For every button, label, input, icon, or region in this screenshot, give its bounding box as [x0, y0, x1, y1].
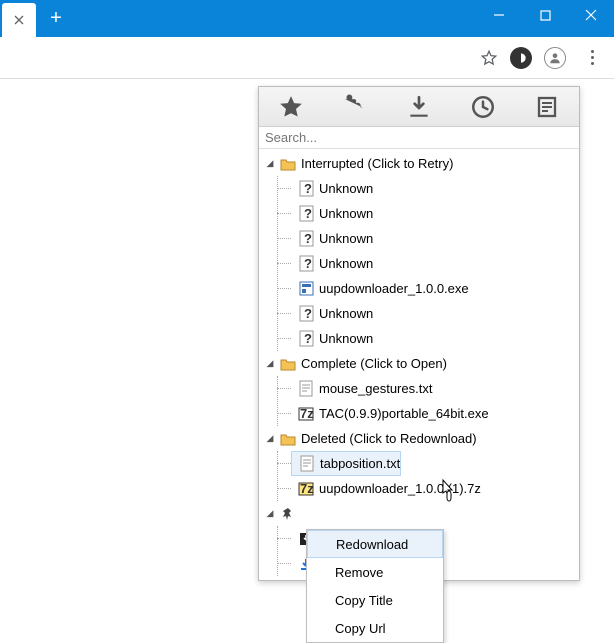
tree-node-pinned[interactable]: ◢ [259, 501, 579, 526]
item-label: TAC(0.9.9)portable_64bit.exe [319, 406, 489, 421]
toolbar-page-icon[interactable] [527, 87, 567, 127]
bookmark-star-icon[interactable] [480, 49, 498, 67]
browser-toolbar [0, 37, 614, 79]
download-tree: ◢ Interrupted (Click to Retry) ?Unknown … [259, 149, 579, 580]
toolbar-puzzle-icon[interactable] [335, 87, 375, 127]
unknown-file-icon: ? [297, 180, 315, 198]
window-titlebar: + [0, 0, 614, 37]
tree-item[interactable]: mouse_gestures.txt [291, 376, 432, 401]
tree-group-deleted[interactable]: ◢ Deleted (Click to Redownload) [259, 426, 579, 451]
extension-icon[interactable] [510, 47, 532, 69]
toolbar-download-icon[interactable] [399, 87, 439, 127]
folder-icon [279, 430, 297, 448]
popup-toolbar [259, 87, 579, 127]
expander-icon[interactable]: ◢ [263, 158, 277, 169]
svg-text:?: ? [304, 256, 312, 271]
new-tab-button[interactable]: + [42, 5, 70, 33]
profile-icon[interactable] [544, 47, 566, 69]
svg-text:?: ? [304, 206, 312, 221]
window-close-button[interactable] [568, 0, 614, 30]
extension-popup: ◢ Interrupted (Click to Retry) ?Unknown … [258, 86, 580, 581]
unknown-file-icon: ? [297, 305, 315, 323]
tree-group-complete[interactable]: ◢ Complete (Click to Open) [259, 351, 579, 376]
svg-text:?: ? [304, 181, 312, 196]
ctx-copy-url[interactable]: Copy Url [307, 614, 443, 642]
unknown-file-icon: ? [297, 330, 315, 348]
exe-file-icon [297, 280, 315, 298]
tree-item[interactable]: ? Unknown [291, 226, 373, 251]
browser-menu-icon[interactable] [578, 44, 606, 72]
group-label: Interrupted (Click to Retry) [301, 156, 453, 171]
folder-icon [279, 155, 297, 173]
search-input[interactable] [259, 127, 579, 149]
context-menu: Redownload Remove Copy Title Copy Url [306, 529, 444, 643]
svg-text:?: ? [304, 331, 312, 346]
group-label: Deleted (Click to Redownload) [301, 431, 477, 446]
txt-file-icon [298, 455, 316, 473]
pin-icon [279, 505, 297, 523]
expander-icon[interactable]: ◢ [263, 433, 277, 444]
item-label: mouse_gestures.txt [319, 381, 432, 396]
toolbar-star-icon[interactable] [271, 87, 311, 127]
tree-item[interactable]: ? Unknown [291, 176, 373, 201]
archive-file-icon: 7z [297, 405, 315, 423]
item-label: uupdownloader_1.0.0 (1).7z [319, 481, 481, 496]
svg-text:?: ? [304, 306, 312, 321]
folder-icon [279, 355, 297, 373]
svg-text:?: ? [304, 231, 312, 246]
svg-text:7z: 7z [300, 407, 314, 421]
browser-tab[interactable] [2, 3, 36, 37]
toolbar-history-icon[interactable] [463, 87, 503, 127]
window-controls [476, 0, 614, 37]
tree-item[interactable]: ? Unknown [291, 201, 373, 226]
tab-close-icon[interactable] [14, 15, 24, 25]
maximize-button[interactable] [522, 0, 568, 30]
tree-item[interactable]: ? Unknown [291, 251, 373, 276]
expander-icon[interactable]: ◢ [263, 358, 277, 369]
unknown-file-icon: ? [297, 205, 315, 223]
tree-item[interactable]: 7z uupdownloader_1.0.0 (1).7z [291, 476, 481, 501]
tree-item[interactable]: 7z TAC(0.9.9)portable_64bit.exe [291, 401, 489, 426]
item-label: Unknown [319, 206, 373, 221]
tab-strip: + [0, 0, 476, 37]
unknown-file-icon: ? [297, 230, 315, 248]
ctx-redownload[interactable]: Redownload [307, 530, 443, 558]
item-label: Unknown [319, 231, 373, 246]
tree-item[interactable]: uupdownloader_1.0.0.exe [291, 276, 469, 301]
item-label: tabposition.txt [320, 456, 400, 471]
archive-file-icon: 7z [297, 480, 315, 498]
tree-group-interrupted[interactable]: ◢ Interrupted (Click to Retry) [259, 151, 579, 176]
ctx-copy-title[interactable]: Copy Title [307, 586, 443, 614]
item-label: uupdownloader_1.0.0.exe [319, 281, 469, 296]
item-label: Unknown [319, 331, 373, 346]
item-label: Unknown [319, 256, 373, 271]
tree-item[interactable]: ? Unknown [291, 326, 373, 351]
item-label: Unknown [319, 306, 373, 321]
expander-icon[interactable]: ◢ [263, 508, 277, 519]
item-label: Unknown [319, 181, 373, 196]
svg-text:7z: 7z [300, 482, 314, 496]
unknown-file-icon: ? [297, 255, 315, 273]
ctx-remove[interactable]: Remove [307, 558, 443, 586]
tree-item[interactable]: ? Unknown [291, 301, 373, 326]
txt-file-icon [297, 380, 315, 398]
tree-item-selected[interactable]: tabposition.txt [291, 451, 401, 476]
minimize-button[interactable] [476, 0, 522, 30]
group-label: Complete (Click to Open) [301, 356, 447, 371]
